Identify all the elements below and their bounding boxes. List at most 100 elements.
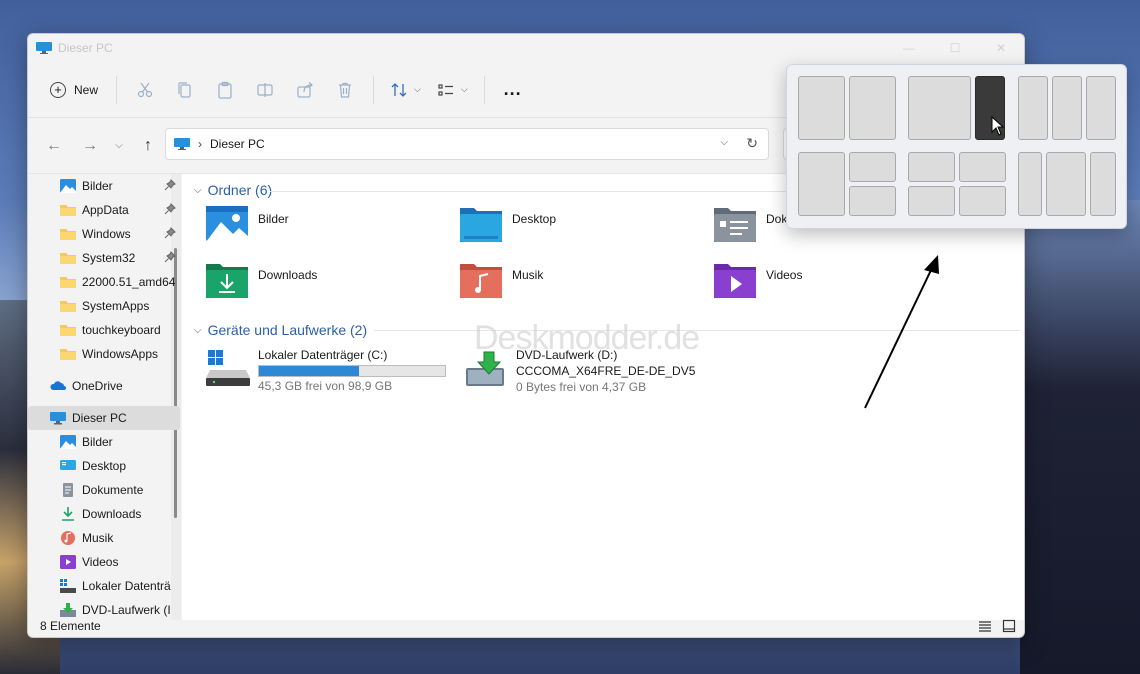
sidebar-item-label: Musik <box>82 531 114 545</box>
drive-name: Lokaler Datenträger (C:) <box>258 348 388 362</box>
snap-layout-6-right[interactable] <box>1090 152 1116 216</box>
pin-icon[interactable] <box>164 203 176 215</box>
window-title: Dieser PC <box>58 41 113 55</box>
sidebar-item-label: Windows <box>82 227 131 241</box>
more-options-button[interactable]: ... <box>493 74 533 106</box>
snap-layouts-flyout <box>786 64 1127 229</box>
share-button[interactable] <box>285 74 325 106</box>
paste-button[interactable] <box>205 74 245 106</box>
folder-icon <box>60 275 76 289</box>
snap-layout-5-top-right[interactable] <box>959 152 1006 182</box>
folders-group-header[interactable]: ⌵ Ordner (6) <box>194 182 272 198</box>
sidebar-item-appdata[interactable]: AppData <box>28 198 180 222</box>
drive-c-tile[interactable]: Lokaler Datenträger (C:) 45,3 GB frei vo… <box>206 348 446 393</box>
snap-layout-3-left[interactable] <box>1018 76 1048 140</box>
annotation-arrow-icon <box>864 255 939 409</box>
folder-icon <box>60 299 76 313</box>
folder-tile-videos[interactable]: Videos <box>714 262 802 298</box>
sidebar-item-windowsapps[interactable]: WindowsApps <box>28 342 180 366</box>
downloads-icon <box>60 507 76 521</box>
sidebar-item-bilder[interactable]: Bilder <box>28 430 180 454</box>
address-history-dropdown[interactable]: ⌵ <box>720 137 728 148</box>
status-bar: 8 Elemente <box>28 615 1024 637</box>
sidebar-item-this-pc[interactable]: Dieser PC <box>28 406 180 430</box>
drives-group-header[interactable]: ⌵ Geräte und Laufwerke (2) <box>194 322 367 338</box>
snap-layout-3-middle[interactable] <box>1052 76 1082 140</box>
sidebar-item-dokumente[interactable]: Dokumente <box>28 478 180 502</box>
chevron-down-icon: ⌵ <box>194 324 202 336</box>
snap-layout-3-right[interactable] <box>1086 76 1116 140</box>
sidebar-item-label: Dokumente <box>82 483 144 497</box>
sidebar-item-label: WindowsApps <box>82 347 159 361</box>
desktop-icon <box>60 459 76 473</box>
folder-icon <box>60 251 76 265</box>
chevron-right-icon: › <box>198 137 202 151</box>
snap-layout-5-bottom-right[interactable] <box>959 186 1006 216</box>
rename-button[interactable] <box>245 74 285 106</box>
snap-layout-5-bottom-left[interactable] <box>908 186 955 216</box>
sidebar-item-onedrive[interactable]: OneDrive <box>28 374 180 398</box>
sidebar-item-desktop[interactable]: Desktop <box>28 454 180 478</box>
folder-tile-musik[interactable]: Musik <box>460 262 543 298</box>
folder-tile-dok[interactable]: Dok <box>714 206 787 242</box>
recent-locations-button[interactable]: ⌵ <box>108 130 130 162</box>
folder-tile-bilder[interactable]: Bilder <box>206 206 289 242</box>
sidebar-item-musik[interactable]: Musik <box>28 526 180 550</box>
pin-icon[interactable] <box>164 227 176 239</box>
sidebar-item-systemapps[interactable]: SystemApps <box>28 294 180 318</box>
breadcrumb-location[interactable]: Dieser PC <box>210 137 265 151</box>
close-button[interactable]: ✕ <box>978 34 1024 62</box>
folder-tile-downloads[interactable]: Downloads <box>206 262 317 298</box>
up-button[interactable]: ↑ <box>130 130 166 162</box>
snap-layout-6-middle[interactable] <box>1046 152 1086 216</box>
sidebar-item-label: Lokaler Datenträ <box>82 579 171 593</box>
copy-button[interactable] <box>165 74 205 106</box>
tiles-view-icon[interactable] <box>1002 619 1016 633</box>
maximize-button[interactable]: ☐ <box>932 34 978 62</box>
view-dropdown[interactable]: ⌵ <box>429 74 476 106</box>
snap-layout-1-left[interactable] <box>798 76 845 140</box>
sidebar-item-label: touchkeyboard <box>82 323 161 337</box>
minimize-button[interactable]: — <box>886 34 932 62</box>
folder-icon <box>60 227 76 241</box>
snap-layout-2-main[interactable] <box>908 76 971 140</box>
music-icon <box>460 262 502 298</box>
watermark-logo: Deskmodder.de <box>474 319 700 357</box>
refresh-icon[interactable]: ↻ <box>746 135 758 152</box>
pin-icon[interactable] <box>164 179 176 191</box>
sidebar-item-lokaler-datentr-[interactable]: Lokaler Datenträ <box>28 574 180 598</box>
new-label: New <box>74 82 99 97</box>
title-bar[interactable]: Dieser PC — ☐ ✕ <box>28 34 1024 62</box>
snap-layout-5-top-left[interactable] <box>908 152 955 182</box>
folder-icon <box>60 347 76 361</box>
snap-layout-4-left[interactable] <box>798 152 845 216</box>
chevron-down-icon: ⌵ <box>194 184 202 196</box>
snap-layout-6-left[interactable] <box>1018 152 1042 216</box>
sidebar-item-downloads[interactable]: Downloads <box>28 502 180 526</box>
sort-dropdown[interactable]: ⌵ <box>382 74 429 106</box>
snap-layout-4-top-right[interactable] <box>849 152 896 182</box>
snap-layout-4-bottom-right[interactable] <box>849 186 896 216</box>
back-button[interactable]: ← <box>36 130 72 162</box>
pin-icon[interactable] <box>164 251 176 263</box>
new-button[interactable]: + New <box>40 76 108 104</box>
sidebar-item-videos[interactable]: Videos <box>28 550 180 574</box>
cut-button[interactable] <box>125 74 165 106</box>
drives-group-title: Geräte und Laufwerke (2) <box>207 322 368 338</box>
folder-tile-desktop[interactable]: Desktop <box>460 206 556 242</box>
sidebar-item-22000-51-amd64[interactable]: 22000.51_amd64 <box>28 270 180 294</box>
sidebar-item-label: System32 <box>82 251 136 265</box>
drive-c-info: Lokaler Datenträger (C:) 45,3 GB frei vo… <box>258 348 446 393</box>
details-view-icon[interactable] <box>978 619 992 633</box>
sidebar-item-windows[interactable]: Windows <box>28 222 180 246</box>
sidebar-item-system32[interactable]: System32 <box>28 246 180 270</box>
delete-button[interactable] <box>325 74 365 106</box>
sidebar-item-touchkeyboard[interactable]: touchkeyboard <box>28 318 180 342</box>
forward-button[interactable]: → <box>72 130 108 162</box>
folder-label: Bilder <box>258 212 289 226</box>
address-bar[interactable]: › Dieser PC ⌵ ↻ <box>165 128 769 160</box>
sidebar-item-bilder[interactable]: Bilder <box>28 174 180 198</box>
snap-layout-1-right[interactable] <box>849 76 896 140</box>
folder-label: Downloads <box>258 268 318 282</box>
